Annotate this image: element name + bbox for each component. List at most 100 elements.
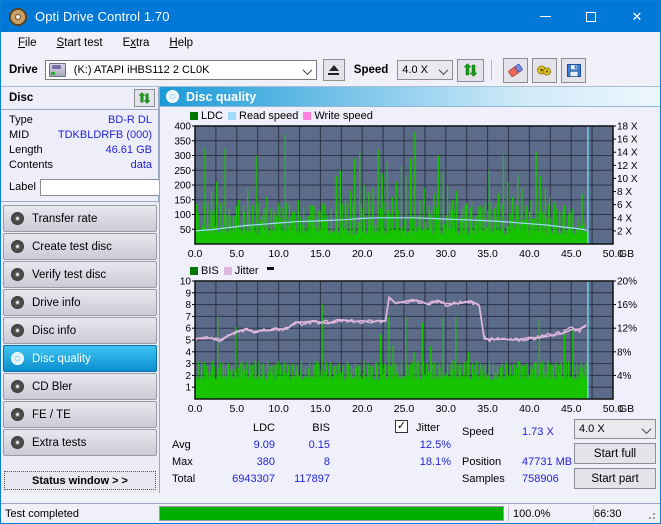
eject-button[interactable] (322, 59, 345, 81)
sidebar-item-label: Extra tests (32, 436, 87, 449)
legend-swatch (223, 266, 232, 275)
sidebar-item-create-test-disc[interactable]: Create test disc (3, 233, 157, 260)
disc-icon (11, 408, 24, 421)
svg-text:250: 250 (174, 166, 191, 177)
svg-text:25.0: 25.0 (394, 403, 415, 415)
disc-panel: Disc Type BD-R DL MID TDKBLDRFB (000) Le… (1, 87, 213, 202)
svg-text:6 X: 6 X (617, 200, 632, 211)
svg-text:16%: 16% (617, 300, 637, 311)
sidebar-item-disc-info[interactable]: Disc info (3, 317, 157, 344)
disc-icon (11, 436, 24, 449)
svg-text:5.0: 5.0 (229, 248, 244, 260)
start-full-button[interactable]: Start full (574, 443, 656, 464)
stat-ldc-avg: 9.09 (253, 439, 275, 451)
legend-swatch (303, 111, 312, 120)
legend-swatch (190, 111, 198, 120)
disc-icon (11, 212, 24, 225)
title-bar: Opti Drive Control 1.70 ✕ (1, 1, 660, 32)
speed-select[interactable]: 4.0 X (397, 60, 454, 80)
sidebar-item-label: Create test disc (32, 240, 112, 253)
stat-bis-total: 117897 (294, 473, 330, 485)
svg-text:15.0: 15.0 (310, 248, 331, 260)
app-window: Opti Drive Control 1.70 ✕ File Start tes… (0, 0, 661, 524)
svg-text:2: 2 (185, 371, 191, 382)
drive-label: Drive (9, 64, 38, 76)
menu-extra[interactable]: Extra (114, 34, 159, 52)
disc-panel-title: Disc (9, 92, 34, 104)
svg-text:2 X: 2 X (617, 226, 632, 237)
jitter-checkbox[interactable]: ✓ (395, 420, 408, 433)
legend-item-read-speed: Read speed (228, 110, 298, 122)
app-disc-icon (9, 7, 27, 26)
legend-swatch (190, 266, 198, 275)
svg-text:0.0: 0.0 (188, 403, 203, 415)
sidebar-item-label: Drive info (32, 296, 81, 309)
erase-button[interactable] (503, 57, 529, 83)
main-body: Disc Type BD-R DL MID TDKBLDRFB (000) Le… (1, 87, 660, 493)
svg-text:8 X: 8 X (617, 187, 632, 198)
test-speed-select[interactable]: 4.0 X (574, 419, 656, 439)
status-window-button[interactable]: Status window > > (4, 471, 156, 490)
disc-icon (11, 380, 24, 393)
disc-quality-bis-jitter-chart: 12345678910 4% 8% 12% 16% 20% 0.0 5.0 10.0 15.0 20… (180, 277, 637, 415)
svg-text:4 X: 4 X (617, 213, 632, 224)
sidebar-item-cd-bler[interactable]: CD Bler (3, 373, 157, 400)
sidebar-item-drive-info[interactable]: Drive info (3, 289, 157, 316)
stat-ldc-total: 6943307 (232, 473, 275, 485)
progress-bar-fill (160, 507, 503, 520)
minimize-button[interactable] (522, 1, 568, 32)
stat-header-jitter: Jitter (416, 422, 440, 434)
disc-row-value: TDKBLDRFB (000) (57, 129, 152, 141)
disc-icon (11, 296, 24, 309)
svg-text:8: 8 (185, 300, 191, 311)
svg-text:20.0: 20.0 (352, 248, 373, 260)
maximize-icon (586, 11, 596, 22)
drive-select[interactable]: (K:) ATAPI iHBS112 2 CL0K (44, 60, 317, 80)
svg-text:25.0: 25.0 (394, 248, 415, 260)
legend-item-ldc: LDC (190, 110, 223, 122)
tools-button[interactable] (532, 57, 558, 83)
disc-row-key: Contents (9, 159, 54, 171)
sidebar-item-label: FE / TE (32, 408, 71, 421)
svg-text:40.0: 40.0 (519, 403, 540, 415)
sidebar-item-transfer-rate[interactable]: Transfer rate (3, 205, 157, 232)
maximize-button[interactable] (568, 1, 614, 32)
resize-grip[interactable] (647, 511, 657, 521)
svg-text:4%: 4% (617, 371, 632, 382)
svg-text:16 X: 16 X (617, 135, 638, 146)
start-part-button[interactable]: Start part (574, 468, 656, 489)
svg-text:10.0: 10.0 (268, 403, 289, 415)
stat-value-position: 47731 MB (522, 456, 573, 468)
disc-row-value: 46.61 GB (105, 144, 152, 156)
stat-bis-max: 8 (323, 456, 330, 468)
sidebar-item-extra-tests[interactable]: Extra tests (3, 429, 157, 456)
menu-start-test[interactable]: Start test (48, 34, 112, 52)
stat-jitter-avg: 12.5% (419, 439, 451, 451)
disc-icon (166, 90, 179, 103)
legend-label: Jitter (234, 264, 259, 277)
menu-file[interactable]: File (9, 34, 46, 52)
svg-text:45.0: 45.0 (561, 248, 582, 260)
refresh-button[interactable] (457, 58, 485, 82)
sidebar-item-fe-te[interactable]: FE / TE (3, 401, 157, 428)
sidebar-item-verify-test-disc[interactable]: Verify test disc (3, 261, 157, 288)
legend-label: BIS (201, 264, 219, 277)
menu-help[interactable]: Help (160, 34, 202, 52)
nav-list: Transfer rate Create test disc Verify te… (1, 205, 159, 457)
save-button[interactable] (561, 57, 587, 83)
chevron-down-icon (302, 65, 313, 76)
disc-refresh-button[interactable] (134, 89, 155, 107)
svg-text:GB: GB (619, 248, 634, 260)
svg-text:5: 5 (185, 336, 191, 347)
disc-row-key: MID (9, 129, 30, 141)
svg-text:0.0: 0.0 (188, 248, 203, 260)
close-button[interactable]: ✕ (614, 1, 660, 32)
svg-text:GB: GB (619, 403, 634, 415)
svg-text:7: 7 (185, 312, 191, 323)
legend-label: Write speed (314, 109, 373, 122)
sidebar-item-disc-quality[interactable]: Disc quality (3, 345, 157, 372)
toolbar-divider (491, 60, 493, 80)
svg-text:9: 9 (185, 288, 191, 299)
speed-label: Speed (353, 64, 389, 76)
